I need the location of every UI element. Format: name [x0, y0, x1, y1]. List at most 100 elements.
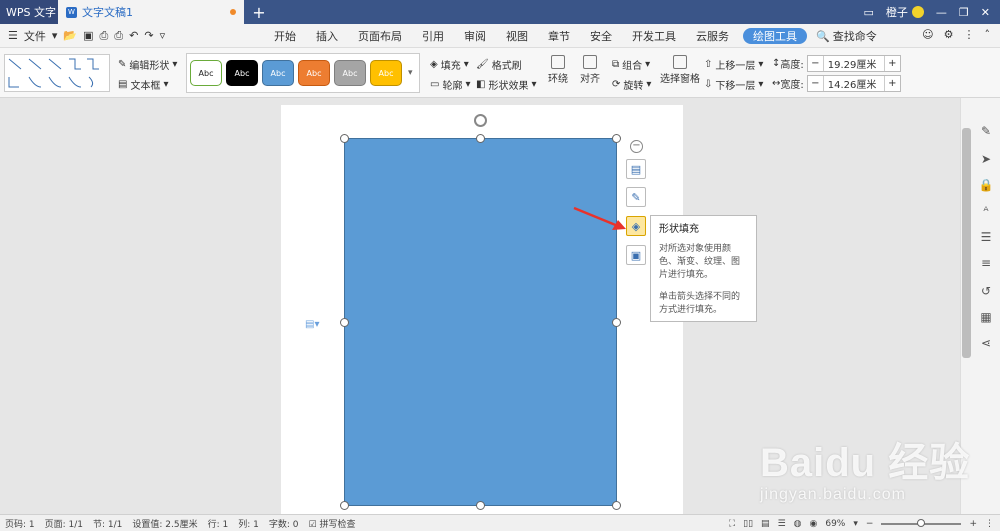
width-increase-button[interactable]: +: [883, 76, 900, 91]
object-anchor-icon[interactable]: ▤▾: [305, 319, 319, 330]
tab-drawing-tools[interactable]: 绘图工具: [743, 28, 807, 44]
close-icon[interactable]: ✕: [981, 6, 990, 19]
width-input[interactable]: 14.26厘米: [824, 76, 884, 91]
group-button[interactable]: ⧉ 组合 ▾: [612, 57, 650, 72]
list-icon[interactable]: ☰: [978, 230, 994, 246]
more-icon[interactable]: ⋮: [964, 28, 975, 41]
align-button[interactable]: 对齐: [580, 55, 600, 85]
style-swatch[interactable]: Abc: [370, 60, 402, 86]
resize-handle-left[interactable]: [340, 318, 349, 327]
collapse-toolbar-icon[interactable]: −: [630, 140, 643, 153]
resize-handle-top-right[interactable]: [612, 134, 621, 143]
lock-icon[interactable]: 🔒: [978, 178, 994, 194]
height-input[interactable]: 19.29厘米: [824, 56, 884, 71]
share-icon[interactable]: ⋖: [978, 336, 994, 352]
outline-view-icon[interactable]: ☰: [778, 519, 786, 529]
zoom-in-button[interactable]: +: [969, 519, 977, 529]
print-preview-icon[interactable]: ⎙: [100, 29, 109, 43]
status-pages[interactable]: 页面: 1/1: [40, 517, 88, 530]
page-view-icon[interactable]: ▤: [761, 519, 770, 529]
backup-icon[interactable]: ▦: [978, 310, 994, 326]
restore-icon[interactable]: ❐: [959, 6, 969, 19]
resize-handle-top[interactable]: [476, 134, 485, 143]
style-swatch[interactable]: Abc: [190, 60, 222, 86]
send-backward-button[interactable]: ⇩ 下移一层 ▾: [704, 77, 763, 92]
menu-icon[interactable]: ☰: [8, 29, 18, 42]
selection-pane-button[interactable]: 选择窗格: [660, 55, 700, 85]
height-increase-button[interactable]: +: [883, 56, 900, 71]
tab-home[interactable]: 开始: [264, 24, 306, 48]
redo-icon[interactable]: ↷: [144, 29, 153, 42]
app-name[interactable]: WPS 文字: [0, 0, 58, 24]
height-decrease-button[interactable]: −: [808, 56, 824, 71]
tab-security[interactable]: 安全: [580, 24, 622, 48]
tab-chapter[interactable]: 章节: [538, 24, 580, 48]
status-word-count[interactable]: 字数: 0: [264, 517, 304, 530]
resize-handle-bottom-left[interactable]: [340, 501, 349, 510]
print-icon[interactable]: ⎙: [114, 29, 123, 43]
spell-check-button[interactable]: ☑ 拼写检查: [304, 517, 361, 530]
history-icon[interactable]: ↺: [978, 284, 994, 300]
rotate-button[interactable]: ⟳ 旋转 ▾: [612, 77, 651, 92]
resize-handle-bottom[interactable]: [476, 501, 485, 510]
zoom-slider-knob[interactable]: [917, 518, 926, 527]
customize-icon[interactable]: ▿: [160, 29, 166, 42]
rotate-handle[interactable]: [474, 114, 487, 127]
format-painter-button[interactable]: 🖌 格式刷: [476, 57, 522, 72]
tab-developer[interactable]: 开发工具: [622, 24, 686, 48]
document-tab[interactable]: W 文字文稿1: [58, 0, 244, 24]
file-menu[interactable]: 文件: [24, 28, 46, 44]
style-swatch[interactable]: Abc: [334, 60, 366, 86]
tab-view[interactable]: 视图: [496, 24, 538, 48]
web-view-icon[interactable]: ◍: [794, 519, 802, 529]
eye-protection-icon[interactable]: ◉: [810, 519, 818, 529]
zoom-out-button[interactable]: −: [866, 519, 874, 529]
style-swatch[interactable]: Abc: [298, 60, 330, 86]
text-box-button[interactable]: ▤ 文本框 ▾: [118, 77, 168, 92]
status-page-number[interactable]: 页码: 1: [0, 517, 40, 530]
width-decrease-button[interactable]: −: [808, 76, 824, 91]
sliders-icon[interactable]: ≡: [978, 256, 994, 272]
bring-forward-button[interactable]: ⇧ 上移一层 ▾: [704, 57, 763, 72]
resize-handle-right[interactable]: [612, 318, 621, 327]
gear-icon[interactable]: ⚙: [944, 28, 954, 41]
save-icon[interactable]: ▣: [83, 29, 93, 42]
resize-handle-bottom-right[interactable]: [612, 501, 621, 510]
zoom-slider[interactable]: [881, 518, 962, 527]
fullscreen-icon[interactable]: ⛶: [729, 519, 735, 529]
minimize-icon[interactable]: —: [936, 6, 947, 19]
shape-frame-icon[interactable]: ▣: [626, 245, 646, 265]
style-swatch[interactable]: Abc: [262, 60, 294, 86]
window-icon[interactable]: ▭: [864, 6, 874, 19]
status-row[interactable]: 行: 1: [203, 517, 234, 530]
reading-view-icon[interactable]: ▯▯: [743, 519, 753, 529]
pen-icon[interactable]: ✎: [978, 124, 994, 140]
tab-insert[interactable]: 插入: [306, 24, 348, 48]
new-tab-button[interactable]: +: [244, 3, 274, 22]
resize-handle-top-left[interactable]: [340, 134, 349, 143]
wrap-button[interactable]: 环绕: [548, 55, 568, 85]
vertical-scrollbar[interactable]: [962, 128, 971, 358]
tab-page-layout[interactable]: 页面布局: [348, 24, 412, 48]
chat-icon[interactable]: ☺: [922, 28, 933, 41]
cursor-icon[interactable]: ➤: [978, 152, 994, 168]
shape-fill-icon[interactable]: ◈: [626, 216, 646, 236]
outline-pen-icon[interactable]: ✎: [626, 187, 646, 207]
user-account[interactable]: 橙子: [886, 4, 924, 20]
fill-button[interactable]: ◈ 填充 ▾: [430, 57, 469, 72]
outline-button[interactable]: ▭ 轮廓 ▾: [430, 77, 470, 92]
status-column[interactable]: 列: 1: [233, 517, 264, 530]
status-section[interactable]: 节: 1/1: [88, 517, 127, 530]
style-icon[interactable]: ᴬ: [978, 204, 994, 220]
collapse-ribbon-icon[interactable]: ˄: [985, 28, 991, 41]
search-command[interactable]: 🔍 查找命令: [816, 28, 877, 44]
tab-review[interactable]: 审阅: [454, 24, 496, 48]
tab-cloud[interactable]: 云服务: [686, 24, 739, 48]
style-swatch[interactable]: Abc: [226, 60, 258, 86]
more-icon[interactable]: ⋮: [985, 519, 994, 529]
shape-effects-button[interactable]: ◧ 形状效果 ▾: [476, 77, 536, 92]
gallery-more-icon[interactable]: ▾: [408, 68, 413, 78]
tab-references[interactable]: 引用: [412, 24, 454, 48]
edit-shape-button[interactable]: ✎ 编辑形状 ▾: [118, 57, 177, 72]
zoom-level[interactable]: 69%: [825, 519, 845, 529]
